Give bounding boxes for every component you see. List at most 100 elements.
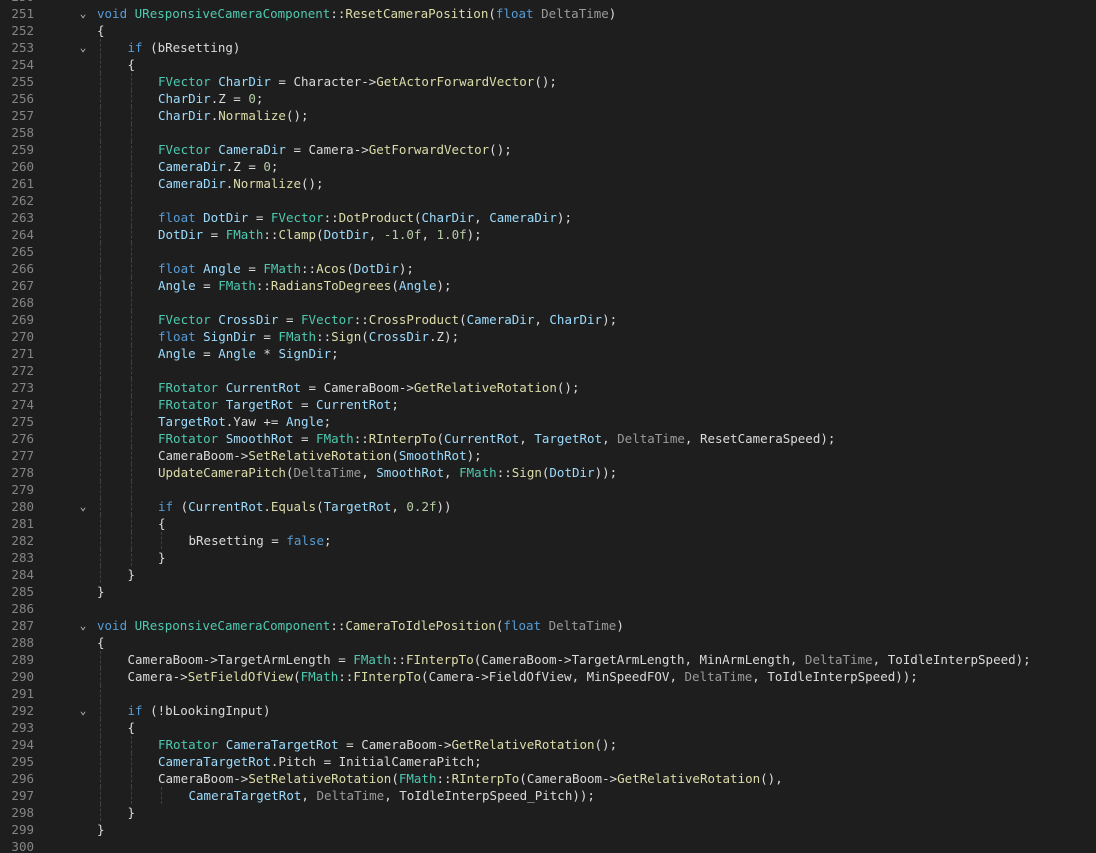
code-line[interactable]: 288 { [0, 634, 1096, 651]
code-line[interactable]: 265 [0, 243, 1096, 260]
fold-chevron-icon[interactable]: ⌄ [76, 39, 90, 56]
code-token: CameraDir [489, 210, 557, 225]
code-line[interactable]: 254 { [0, 56, 1096, 73]
code-line[interactable]: 261 CameraDir.Normalize(); [0, 175, 1096, 192]
code-token: ResetCameraPosition [345, 6, 489, 21]
fold-chevron-icon[interactable]: ⌄ [76, 5, 90, 22]
code-token: ( [361, 329, 369, 344]
code-token: , [684, 431, 700, 446]
fold-chevron-icon[interactable]: ⌄ [76, 498, 90, 515]
code-token: CameraDir [218, 142, 286, 157]
code-line[interactable]: 271 Angle = Angle * SignDir; [0, 345, 1096, 362]
code-line[interactable]: 255 FVector CharDir = Character->GetActor… [0, 73, 1096, 90]
code-token: ; [255, 91, 264, 106]
code-token: ( [293, 669, 301, 684]
line-number: 289 [11, 652, 34, 667]
code-line[interactable]: 283} [0, 549, 1096, 566]
code-line[interactable]: 280 ⌄ if (CurrentRot.Equals(TargetRot, 0.2… [0, 498, 1096, 515]
code-token: = [330, 652, 354, 667]
fold-chevron-icon[interactable]: ⌄ [76, 702, 90, 719]
indent-guide [100, 685, 101, 702]
code-line[interactable]: 267 Angle = FMath::RadiansToDegrees(Angle… [0, 277, 1096, 294]
code-token: FVector [158, 312, 219, 327]
code-token: , [421, 227, 437, 242]
code-editor[interactable]: 250251⌄void UResponsiveCameraComponent::… [0, 0, 1096, 853]
indent-guide [130, 753, 132, 770]
code-token: FMath [263, 261, 302, 276]
code-text: if (CurrentRot.Equals(TargetRot, 0.2f)) [158, 498, 452, 515]
code-text: TargetRot.Yaw += Angle; [158, 413, 331, 430]
code-line[interactable]: 292 ⌄ if (!bLookingInput) [0, 702, 1096, 719]
code-line[interactable]: 286 [0, 600, 1096, 617]
code-token: CrossDir [218, 312, 279, 327]
code-line[interactable]: 290 Camera->SetFieldOfView(FMath::FInterp… [0, 668, 1096, 685]
code-line[interactable]: 289 CameraBoom->TargetArmLength = FMath::… [0, 651, 1096, 668]
code-line[interactable]: 266 float Angle = FMath::Acos(DotDir); [0, 260, 1096, 277]
code-line[interactable]: 297 CameraTargetRot, DeltaTime, ToIdleInt… [0, 787, 1096, 804]
code-line[interactable]: 299} [0, 821, 1096, 838]
code-line[interactable]: 273 FRotator CurrentRot = CameraBoom->Get… [0, 379, 1096, 396]
code-line[interactable]: 268 [0, 294, 1096, 311]
code-token: (); [301, 176, 324, 191]
indent-guide [100, 668, 101, 685]
code-line[interactable]: 272 [0, 362, 1096, 379]
code-line[interactable]: 275 TargetRot.Yaw += Angle; [0, 413, 1096, 430]
code-line[interactable]: 279 [0, 481, 1096, 498]
indent-guide [100, 260, 101, 277]
code-line[interactable]: 296 CameraBoom->SetRelativeRotation(FMath… [0, 770, 1096, 787]
code-line[interactable]: 270 float SignDir = FMath::Sign(CrossDir.… [0, 328, 1096, 345]
line-number: 260 [11, 159, 34, 174]
code-line[interactable]: 281 { [0, 515, 1096, 532]
code-line[interactable]: 291 [0, 685, 1096, 702]
code-line[interactable]: 258 [0, 124, 1096, 141]
code-line[interactable]: 252 { [0, 22, 1096, 39]
code-line[interactable]: 282 bResetting = false; [0, 532, 1096, 549]
code-token: CameraBoom [127, 652, 203, 667]
indent-guide [100, 396, 101, 413]
code-token: SetRelativeRotation [248, 771, 392, 786]
code-line[interactable]: 263 float DotDir = FVector::DotProduct(Ch… [0, 209, 1096, 226]
code-token: (), [760, 771, 783, 786]
code-line[interactable]: 259 FVector CameraDir = Camera->GetForwar… [0, 141, 1096, 158]
code-line[interactable]: 294 FRotator CameraTargetRot = CameraBoom… [0, 736, 1096, 753]
code-line[interactable]: 278 UpdateCameraPitch(DeltaTime, SmoothRo… [0, 464, 1096, 481]
code-line[interactable]: 295 CameraTargetRot.Pitch = InitialCamera… [0, 753, 1096, 770]
fold-chevron-icon[interactable]: ⌄ [76, 617, 90, 634]
code-line[interactable]: 264 DotDir = FMath::Clamp(DotDir, -1.0f, … [0, 226, 1096, 243]
code-token: FMath [218, 278, 256, 293]
code-token: void [97, 618, 135, 633]
line-number: 264 [11, 227, 34, 242]
code-token: , [669, 669, 685, 684]
code-line[interactable]: 298} [0, 804, 1096, 821]
code-line[interactable]: 256 CharDir.Z = 0; [0, 90, 1096, 107]
code-text: FVector CameraDir = Camera->GetForwardVe… [158, 141, 512, 158]
code-line[interactable]: 277 CameraBoom->SetRelativeRotation(Smoot… [0, 447, 1096, 464]
code-line[interactable]: 260 CameraDir.Z = 0; [0, 158, 1096, 175]
code-token: , [789, 652, 805, 667]
code-line[interactable]: 285} [0, 583, 1096, 600]
code-text: CameraTargetRot, DeltaTime, ToIdleInterp… [189, 787, 595, 804]
code-token: CameraBoom [526, 771, 603, 786]
code-lines[interactable]: 250251⌄void UResponsiveCameraComponent::… [0, 0, 1096, 853]
code-line[interactable]: 300 [0, 838, 1096, 853]
code-line[interactable]: 293 { [0, 719, 1096, 736]
code-token: CameraBoom [158, 771, 234, 786]
code-line[interactable]: 284} [0, 566, 1096, 583]
code-line[interactable]: 274 FRotator TargetRot = CurrentRot; [0, 396, 1096, 413]
indent-guide [100, 56, 101, 73]
code-line[interactable]: 287 ⌄ void UResponsiveCameraComponent::Cam… [0, 617, 1096, 634]
code-token: = [248, 210, 271, 225]
code-line[interactable]: 257 CharDir.Normalize(); [0, 107, 1096, 124]
code-line[interactable]: 253 ⌄ if (bResetting) [0, 39, 1096, 56]
code-line[interactable]: 262 [0, 192, 1096, 209]
indent-guide [130, 481, 132, 498]
line-number: 290 [11, 669, 34, 684]
indent-guide [130, 787, 132, 804]
code-text: FRotator CurrentRot = CameraBoom->GetRel… [158, 379, 579, 396]
code-line[interactable]: 251 ⌄ void UResponsiveCameraComponent::Res… [0, 5, 1096, 22]
code-token: CameraBoom [158, 448, 234, 463]
code-token: Z [218, 91, 226, 106]
code-line[interactable]: 269 FVector CrossDir = FVector::CrossProd… [0, 311, 1096, 328]
code-token: = [270, 74, 294, 89]
code-line[interactable]: 276 FRotator SmoothRot = FMath::RInterpTo… [0, 430, 1096, 447]
